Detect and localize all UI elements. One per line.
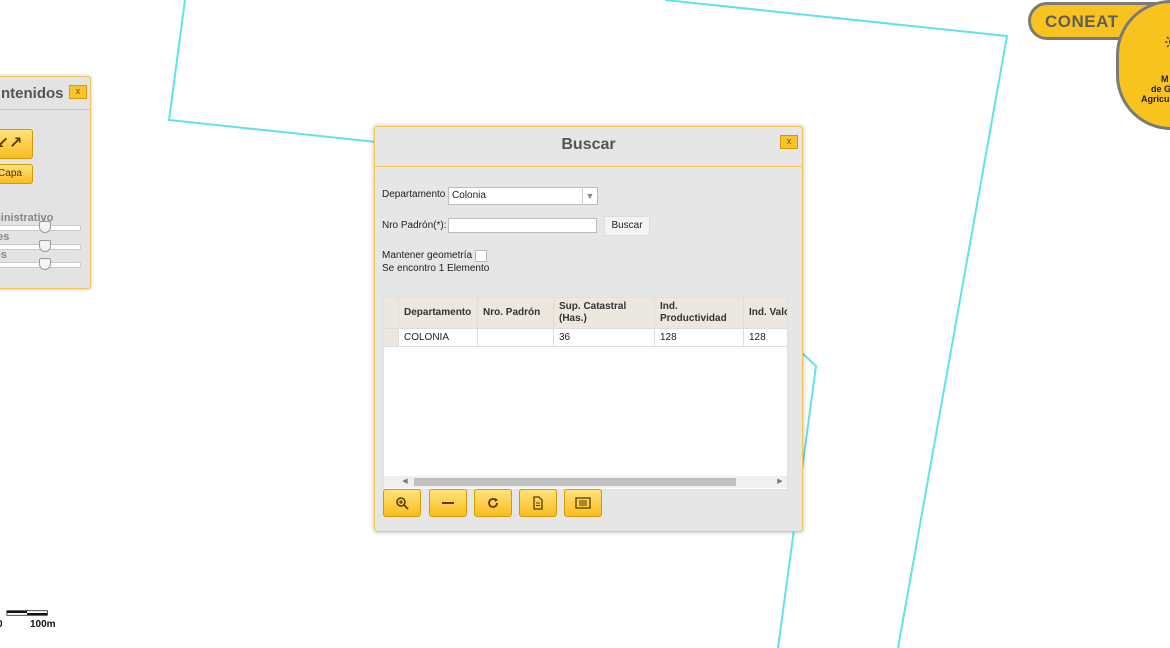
refresh-icon: [488, 498, 498, 508]
minus-icon: [442, 502, 454, 504]
row-selector[interactable]: [384, 329, 399, 346]
close-icon[interactable]: x: [69, 85, 87, 99]
opacity-slider[interactable]: [0, 240, 81, 252]
buscar-button[interactable]: Buscar: [604, 216, 650, 236]
expand-icon[interactable]: ↙↗: [0, 129, 33, 159]
mantener-label: Mantener geometría: [382, 250, 473, 261]
table-cell: 128: [744, 329, 787, 346]
result-count: Se encontro 1 Elemento: [382, 263, 490, 274]
ministry-text: de G: [1151, 84, 1170, 94]
table-row[interactable]: COLONIA 36 128 128: [384, 329, 787, 347]
departamento-label: Departamento: [382, 189, 446, 200]
slider-thumb[interactable]: [39, 221, 51, 233]
opacity-slider[interactable]: [0, 221, 81, 233]
table-cell: 128: [655, 329, 744, 346]
capa-button[interactable]: Capa: [0, 164, 33, 184]
remove-button[interactable]: [429, 489, 467, 517]
table-cell: COLONIA: [399, 329, 478, 346]
column-header[interactable]: Ind. Valo: [744, 298, 787, 328]
table-cell: [478, 329, 554, 346]
ministry-text: Agricul: [1141, 94, 1170, 104]
padron-label: Nro Padrón(*):: [382, 220, 447, 231]
scale-label-start: 0: [0, 619, 3, 630]
mantener-checkbox[interactable]: [475, 250, 487, 262]
padron-input[interactable]: [448, 218, 597, 233]
column-header[interactable]: Ind. Productividad: [655, 298, 744, 328]
table-cell: 36: [554, 329, 655, 346]
scroll-left-icon[interactable]: ◀: [398, 476, 412, 488]
scale-bar: [6, 610, 48, 616]
scale-label-end: 100m: [30, 619, 56, 630]
departamento-select[interactable]: Colonia ▼: [448, 187, 598, 205]
coneat-label: CONEAT: [1045, 12, 1119, 31]
zoom-icon: [396, 497, 409, 510]
sun-logo-icon: [1165, 36, 1170, 48]
layer-label: ces: [0, 231, 10, 243]
column-header[interactable]: Sup. Catastral (Has.): [554, 298, 655, 328]
document-icon: [533, 496, 543, 510]
opacity-slider[interactable]: [0, 258, 81, 270]
divider: [375, 166, 802, 167]
close-icon[interactable]: x: [780, 135, 798, 149]
list-button[interactable]: [564, 489, 602, 517]
refresh-button[interactable]: [474, 489, 512, 517]
ministry-text: M: [1161, 74, 1169, 84]
search-dialog: Buscar x Departamento Colonia ▼ Nro Padr…: [374, 126, 803, 532]
layer-label: los: [0, 249, 7, 261]
divider: [0, 109, 90, 110]
contents-panel: ntenidos x ↙↗ Capa ministrativo ces los: [0, 76, 91, 289]
list-icon: [575, 497, 591, 509]
scroll-right-icon[interactable]: ▶: [773, 476, 787, 488]
row-selector-header: [384, 298, 399, 328]
scrollbar-thumb[interactable]: [414, 478, 736, 486]
grid-header: Departamento Nro. Padrón Sup. Catastral …: [384, 298, 787, 329]
results-grid: Departamento Nro. Padrón Sup. Catastral …: [383, 297, 788, 490]
column-header[interactable]: Nro. Padrón: [478, 298, 554, 328]
document-button[interactable]: [519, 489, 557, 517]
column-header[interactable]: Departamento: [399, 298, 478, 328]
chevron-down-icon[interactable]: ▼: [582, 188, 597, 204]
dialog-title: Buscar: [561, 136, 616, 153]
selected-value: Colonia: [452, 190, 486, 201]
slider-thumb[interactable]: [39, 258, 51, 270]
slider-thumb[interactable]: [39, 240, 51, 252]
zoom-button[interactable]: [383, 489, 421, 517]
parcel-boundary: [167, 0, 377, 143]
horizontal-scrollbar[interactable]: ◀ ▶: [384, 476, 787, 488]
